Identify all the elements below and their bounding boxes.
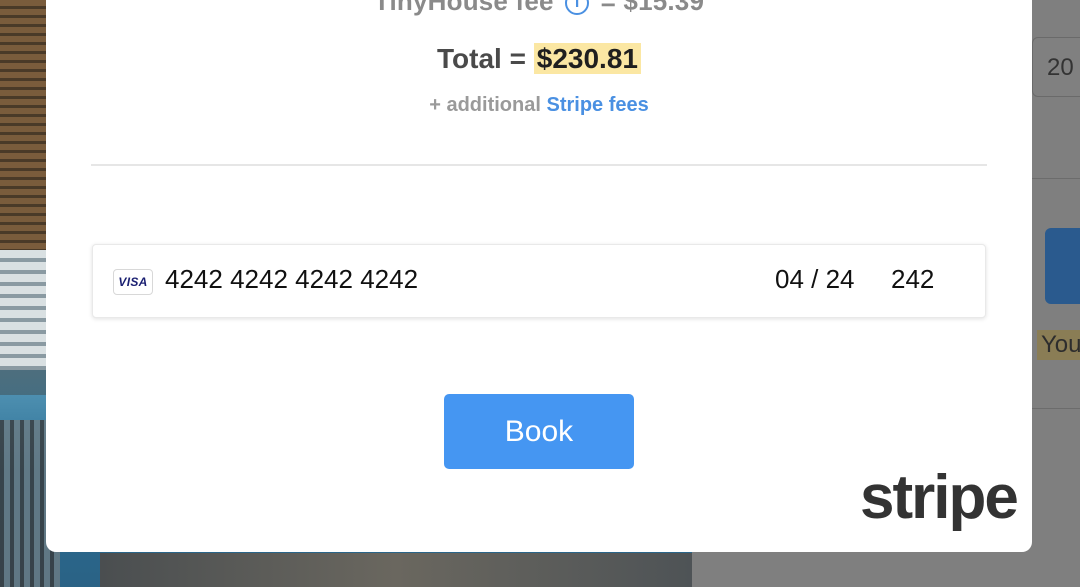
card-input-field[interactable]: VISA <box>92 244 986 318</box>
photo-strip <box>100 553 692 587</box>
date-field: 20 <box>1032 37 1080 97</box>
divider <box>1032 178 1080 179</box>
stripe-fees-link[interactable]: Stripe fees <box>546 94 648 116</box>
total-amount: $230.81 <box>533 43 641 74</box>
building-image <box>0 250 46 370</box>
fee-amount: $15.39 <box>623 0 705 16</box>
total-line: Total = $230.81 <box>46 43 1032 75</box>
fee-equals: = <box>600 0 616 16</box>
stripe-logo: stripe <box>860 463 1019 532</box>
payment-modal: TinyHouse fee i = $15.39 Total = $230.81… <box>46 0 1032 552</box>
background-button <box>1045 228 1080 304</box>
divider <box>91 164 987 166</box>
card-expiry-input[interactable] <box>775 264 875 295</box>
info-icon[interactable]: i <box>565 0 590 16</box>
card-cvc-input[interactable] <box>891 264 961 295</box>
highlight-text: You <box>1037 330 1080 360</box>
total-label: Total = <box>437 43 526 74</box>
card-number-input[interactable] <box>165 264 665 295</box>
additional-prefix: + additional <box>429 94 541 116</box>
visa-card-icon: VISA <box>113 269 153 295</box>
book-button[interactable]: Book <box>444 394 634 469</box>
additional-fees-line: + additional Stripe fees <box>46 94 1032 117</box>
service-fee-line: TinyHouse fee i = $15.39 <box>46 0 1032 17</box>
fee-label: TinyHouse fee <box>373 0 554 16</box>
divider <box>1032 408 1080 409</box>
building-image <box>0 0 46 250</box>
